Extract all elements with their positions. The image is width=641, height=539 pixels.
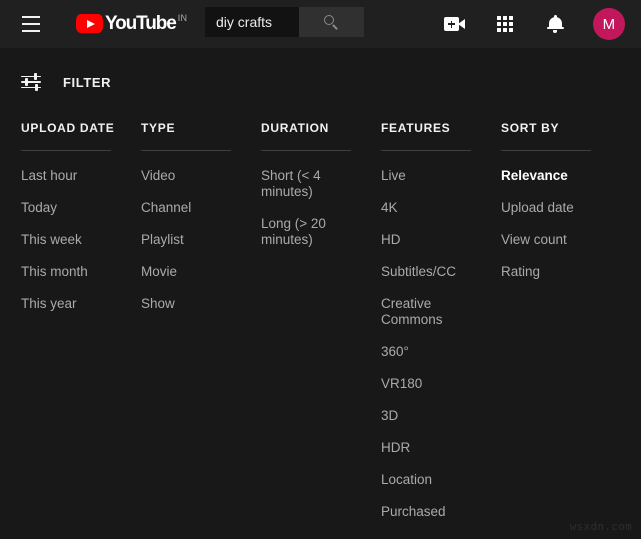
- play-triangle: [86, 19, 95, 28]
- filter-column-title: FEATURES: [381, 121, 451, 135]
- grid-dot: [497, 28, 501, 32]
- filter-option[interactable]: Creative Commons: [381, 296, 479, 328]
- tune-knob: [34, 83, 38, 92]
- masthead-left: YouTube IN: [0, 11, 187, 37]
- search-bar: diy crafts: [205, 7, 364, 37]
- filter-option[interactable]: 3D: [381, 408, 479, 424]
- filter-option[interactable]: View count: [501, 232, 599, 248]
- filter-column: DURATION Short (< 4 minutes) Long (> 20 mi…: [261, 120, 381, 536]
- youtube-logo[interactable]: YouTube IN: [76, 12, 187, 36]
- filter-option[interactable]: Relevance: [501, 168, 599, 184]
- masthead: YouTube IN diy crafts M: [0, 0, 641, 48]
- filter-column-divider: [501, 150, 591, 151]
- search-button[interactable]: [299, 7, 364, 37]
- notifications-button[interactable]: [543, 12, 567, 36]
- filter-option[interactable]: 4K: [381, 200, 479, 216]
- filter-column-title: TYPE: [141, 121, 176, 135]
- camera-plus-horizontal: [448, 23, 456, 25]
- filter-option[interactable]: HD: [381, 232, 479, 248]
- filter-column-divider: [21, 150, 111, 151]
- filter-label: FILTER: [63, 74, 112, 90]
- filter-toggle[interactable]: FILTER: [21, 72, 111, 92]
- filter-option[interactable]: Location: [381, 472, 479, 488]
- filter-option[interactable]: Movie: [141, 264, 239, 280]
- filter-option[interactable]: Upload date: [501, 200, 599, 216]
- filter-option[interactable]: 360°: [381, 344, 479, 360]
- grid-dot: [497, 16, 501, 20]
- youtube-search-filters-page: YouTube IN diy crafts M FILTER UPLOAD DA…: [0, 0, 641, 539]
- filter-option[interactable]: Purchased: [381, 504, 479, 520]
- apps-grid-icon: [497, 16, 513, 32]
- camera-lens: [458, 19, 465, 29]
- tune-knob: [33, 72, 37, 81]
- masthead-right: M: [443, 0, 625, 48]
- hamburger-line: [22, 23, 40, 25]
- hamburger-menu-icon[interactable]: [18, 11, 44, 37]
- tune-filter-icon: [21, 72, 45, 92]
- filter-column-title: SORT BY: [501, 121, 560, 135]
- grid-dot: [509, 22, 513, 26]
- filter-option[interactable]: HDR: [381, 440, 479, 456]
- filter-columns: UPLOAD DATE Last hour Today This week This m…: [21, 120, 641, 536]
- tune-line: [21, 86, 41, 89]
- notifications-bell-icon: [546, 14, 564, 34]
- hamburger-line: [22, 30, 40, 32]
- filter-option[interactable]: Video: [141, 168, 239, 184]
- search-query-text: diy crafts: [216, 14, 273, 30]
- avatar[interactable]: M: [593, 8, 625, 40]
- grid-dot: [497, 22, 501, 26]
- watermark: wsxdn.com: [569, 520, 632, 533]
- tune-line: [21, 75, 41, 78]
- filter-column-title: DURATION: [261, 121, 330, 135]
- filter-option[interactable]: Show: [141, 296, 239, 312]
- filter-column-title: UPLOAD DATE: [21, 121, 115, 135]
- grid-dot: [503, 16, 507, 20]
- create-video-icon: [444, 17, 466, 31]
- grid-dot: [503, 22, 507, 26]
- filter-option[interactable]: Channel: [141, 200, 239, 216]
- filter-column: TYPE Video Channel Playlist Movie Show: [141, 120, 261, 536]
- filter-option[interactable]: Subtitles/CC: [381, 264, 479, 280]
- search-icon: [324, 14, 339, 30]
- tune-knob: [25, 78, 29, 86]
- filter-column: FEATURES Live 4K HD Subtitles/CC Creative Com…: [381, 120, 501, 536]
- filter-option[interactable]: Short (< 4 minutes): [261, 168, 359, 200]
- filter-option[interactable]: Today: [21, 200, 119, 216]
- youtube-play-icon: [76, 14, 103, 33]
- filter-option[interactable]: Rating: [501, 264, 599, 280]
- filter-column-divider: [381, 150, 471, 151]
- search-input[interactable]: diy crafts: [205, 7, 299, 37]
- filter-option[interactable]: Live: [381, 168, 479, 184]
- create-video-button[interactable]: [443, 12, 467, 36]
- search-icon-circle: [324, 14, 334, 25]
- grid-dot: [509, 28, 513, 32]
- filter-option[interactable]: Last hour: [21, 168, 119, 184]
- filter-column: SORT BY Relevance Upload date View count Rat…: [501, 120, 621, 536]
- bell-clapper: [552, 29, 558, 33]
- youtube-wordmark: YouTube: [105, 13, 177, 34]
- country-code-label: IN: [177, 13, 188, 23]
- hamburger-line: [22, 16, 40, 18]
- search-icon-handle: [332, 24, 338, 30]
- filter-column-divider: [261, 150, 351, 151]
- filter-option[interactable]: This week: [21, 232, 119, 248]
- bell-brim: [546, 27, 564, 30]
- grid-dot: [503, 28, 507, 32]
- apps-grid-button[interactable]: [493, 12, 517, 36]
- filter-column-divider: [141, 150, 231, 151]
- filter-option[interactable]: Long (> 20 minutes): [261, 216, 359, 248]
- filter-column: UPLOAD DATE Last hour Today This week This m…: [21, 120, 141, 536]
- filter-option[interactable]: Playlist: [141, 232, 239, 248]
- grid-dot: [509, 16, 513, 20]
- filter-option[interactable]: This month: [21, 264, 119, 280]
- filter-option[interactable]: VR180: [381, 376, 479, 392]
- tune-line: [21, 81, 41, 83]
- filter-option[interactable]: This year: [21, 296, 119, 312]
